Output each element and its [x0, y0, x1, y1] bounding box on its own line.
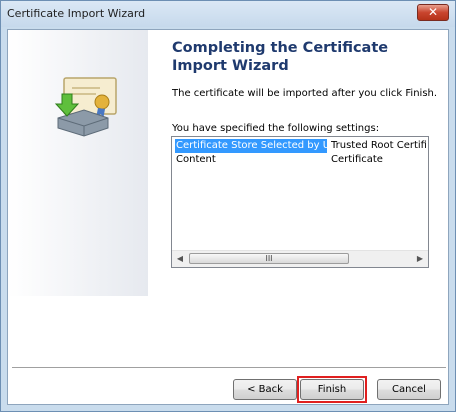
setting-name: Certificate Store Selected by User [175, 139, 327, 153]
setting-name: Content [176, 154, 216, 165]
scroll-right-icon[interactable]: ▶ [414, 253, 426, 265]
finish-highlight-box [297, 376, 367, 403]
window-title: Certificate Import Wizard [7, 7, 146, 20]
cancel-button[interactable]: Cancel [377, 379, 441, 400]
settings-label: You have specified the following setting… [172, 123, 380, 134]
page-description: The certificate will be imported after y… [172, 88, 438, 99]
setting-value: Trusted Root Certificat [331, 140, 427, 151]
scroll-left-icon[interactable]: ◀ [174, 253, 186, 265]
settings-list[interactable]: Certificate Store Selected by User Trust… [171, 136, 429, 268]
title-bar[interactable]: Certificate Import Wizard ✕ [1, 1, 455, 27]
certificate-import-icon [54, 77, 117, 137]
back-button[interactable]: < Back [233, 379, 297, 400]
scroll-thumb[interactable]: III [189, 253, 349, 264]
settings-row[interactable]: Content Certificate [172, 153, 428, 167]
page-heading: Completing the Certificate Import Wizard [172, 40, 389, 74]
wizard-window: Certificate Import Wizard ✕ Completing t… [0, 0, 456, 412]
wizard-side-panel [8, 30, 148, 296]
setting-value: Certificate [331, 154, 383, 165]
horizontal-scrollbar[interactable]: ◀ III ▶ [172, 250, 428, 267]
settings-row[interactable]: Certificate Store Selected by User Trust… [172, 139, 428, 153]
close-button[interactable]: ✕ [417, 4, 449, 21]
wizard-page: Completing the Certificate Import Wizard… [7, 29, 449, 405]
button-separator [12, 367, 446, 369]
